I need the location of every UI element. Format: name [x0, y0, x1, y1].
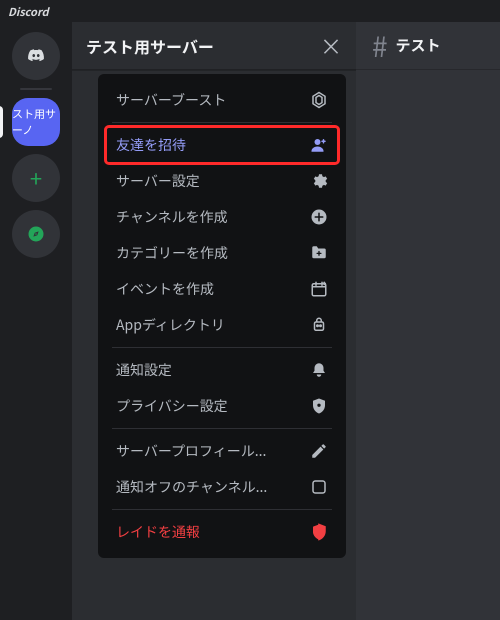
folder-plus-icon	[310, 244, 328, 262]
explore-button[interactable]	[12, 210, 60, 258]
app-directory-icon	[310, 316, 328, 334]
plus-circle-icon	[310, 208, 328, 226]
guild-rail: スト用サーノ +	[0, 22, 72, 620]
menu-label: 友達を招待	[116, 135, 310, 155]
menu-separator	[112, 347, 332, 348]
menu-report-raid[interactable]: レイドを通報	[106, 514, 338, 550]
add-server-button[interactable]: +	[12, 154, 60, 202]
chat-panel: # テスト	[356, 22, 500, 620]
menu-label: プライバシー設定	[116, 396, 310, 416]
gear-icon	[310, 172, 328, 190]
compass-icon	[27, 225, 45, 243]
discord-logo-icon	[27, 47, 45, 65]
menu-label: サーバープロフィール...	[116, 441, 310, 461]
menu-separator	[112, 509, 332, 510]
menu-create-channel[interactable]: チャンネルを作成	[106, 199, 338, 235]
menu-server-profile[interactable]: サーバープロフィール...	[106, 433, 338, 469]
menu-separator	[112, 122, 332, 123]
menu-invite-people[interactable]: 友達を招待	[106, 127, 338, 163]
menu-server-settings[interactable]: サーバー設定	[106, 163, 338, 199]
chat-header: # テスト	[356, 22, 500, 70]
menu-label: カテゴリーを作成	[116, 243, 310, 263]
menu-label: チャンネルを作成	[116, 207, 310, 227]
menu-notification-settings[interactable]: 通知設定	[106, 352, 338, 388]
menu-server-boost[interactable]: サーバーブースト	[106, 82, 338, 118]
menu-label: 通知オフのチャンネル...	[116, 477, 310, 497]
close-icon[interactable]: ×	[320, 35, 342, 57]
report-shield-icon	[310, 523, 328, 541]
menu-label: Appディレクトリ	[116, 315, 310, 335]
shield-icon	[310, 397, 328, 415]
guild-separator	[20, 88, 52, 90]
channel-name: テスト	[396, 35, 441, 56]
menu-app-directory[interactable]: Appディレクトリ	[106, 307, 338, 343]
menu-label: レイドを通報	[116, 522, 310, 542]
window-titlebar: Discord	[0, 0, 500, 22]
guild-item-label: スト用サーノ	[12, 106, 60, 138]
menu-label: イベントを作成	[116, 279, 310, 299]
checkbox-empty-icon	[310, 478, 328, 496]
menu-label: サーバー設定	[116, 171, 310, 191]
menu-create-event[interactable]: イベントを作成	[106, 271, 338, 307]
server-name: テスト用サーバー	[86, 34, 320, 58]
invite-people-icon	[310, 136, 328, 154]
menu-privacy-settings[interactable]: プライバシー設定	[106, 388, 338, 424]
pencil-icon	[310, 442, 328, 460]
home-button[interactable]	[12, 32, 60, 80]
menu-create-category[interactable]: カテゴリーを作成	[106, 235, 338, 271]
bell-icon	[310, 361, 328, 379]
menu-label: 通知設定	[116, 360, 310, 380]
menu-separator	[112, 428, 332, 429]
hash-icon: #	[372, 26, 388, 66]
menu-label: サーバーブースト	[116, 90, 310, 110]
menu-hide-muted-channels[interactable]: 通知オフのチャンネル...	[106, 469, 338, 505]
server-dropdown-menu: サーバーブースト 友達を招待 サーバー設定 チャンネルを作成 カテゴリーを作成 …	[98, 74, 346, 558]
calendar-plus-icon	[310, 280, 328, 298]
server-header[interactable]: テスト用サーバー ×	[72, 22, 356, 70]
guild-item-selected[interactable]: スト用サーノ	[12, 98, 60, 146]
boost-icon	[310, 91, 328, 109]
plus-icon: +	[30, 162, 42, 194]
